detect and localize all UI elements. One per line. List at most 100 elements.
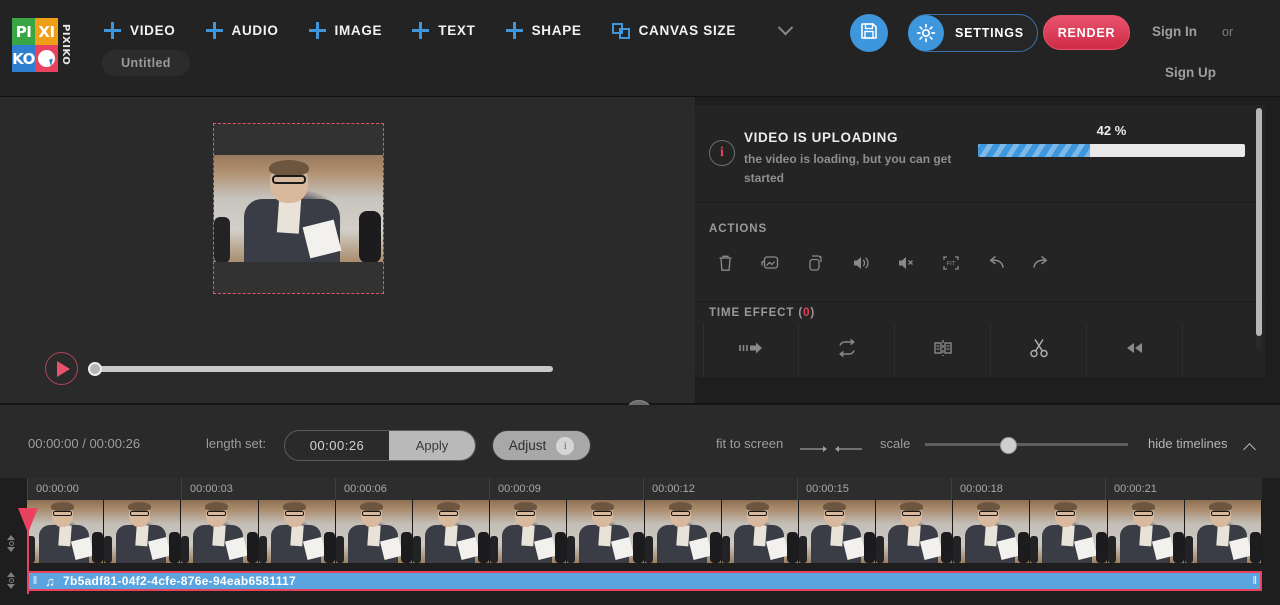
audio-track-grip-right[interactable]: ‖ <box>1252 575 1257 587</box>
timeline-area: 00:00:00 00:00:03 00:00:06 00:00:09 00:00:12… <box>0 478 1280 605</box>
undo-button[interactable] <box>973 246 1018 284</box>
fit-icon: FIT <box>941 254 961 277</box>
preview-decor <box>276 198 302 234</box>
video-track-reorder-handle[interactable] <box>7 535 15 552</box>
logo-grid: PI XI KO <box>12 18 58 72</box>
sign-up-link[interactable]: Sign Up <box>1165 65 1216 80</box>
settings-button[interactable]: SETTINGS <box>908 14 1038 52</box>
save-button[interactable] <box>850 14 888 52</box>
pixiko-logo[interactable]: PI XI KO PIXIKO <box>12 16 74 74</box>
render-button[interactable]: RENDER <box>1043 15 1130 50</box>
time-effect-title-text: TIME EFFECT ( <box>709 307 804 319</box>
cut-button[interactable] <box>991 323 1087 377</box>
menu-item-audio[interactable]: AUDIO <box>205 22 279 39</box>
canvas-frame[interactable] <box>213 123 384 294</box>
render-label: RENDER <box>1057 25 1116 40</box>
adjust-button[interactable]: Adjust i <box>492 430 591 461</box>
playhead-marker[interactable] <box>18 508 38 533</box>
menu-item-text[interactable]: TEXT <box>412 22 475 39</box>
logo-cell-xi: XI <box>35 18 58 45</box>
plus-icon <box>205 22 223 39</box>
undo-icon <box>986 255 1006 276</box>
upload-progress-bar <box>978 144 1245 157</box>
sign-in-link[interactable]: Sign In <box>1152 24 1197 39</box>
floppy-disk-icon <box>860 22 878 45</box>
timeline-ruler[interactable]: 00:00:00 00:00:03 00:00:06 00:00:09 00:00:12… <box>27 478 1262 500</box>
video-thumbnail[interactable] <box>104 500 182 563</box>
timecode-display: 00:00:00 / 00:00:26 <box>28 436 141 451</box>
panel-scrollbar-thumb[interactable] <box>1256 108 1262 336</box>
video-thumbnail[interactable] <box>567 500 645 563</box>
info-icon[interactable]: i <box>556 436 575 455</box>
mirror-button[interactable] <box>895 323 991 377</box>
video-thumbnail[interactable] <box>798 500 877 563</box>
preview-decor <box>214 217 230 262</box>
duplicate-button[interactable] <box>793 246 838 284</box>
volume-up-button[interactable] <box>838 246 883 284</box>
video-thumbnail[interactable] <box>335 500 413 563</box>
chevron-down-icon[interactable] <box>777 19 794 36</box>
menu-item-image[interactable]: IMAGE <box>308 22 383 39</box>
video-thumbnail[interactable] <box>490 500 568 563</box>
plus-icon <box>104 22 121 39</box>
video-track[interactable] <box>27 500 1262 563</box>
length-value-input[interactable]: 00:00:26 <box>285 438 389 453</box>
project-name-input[interactable]: Untitled <box>102 50 190 76</box>
seek-slider-handle[interactable] <box>88 362 102 376</box>
info-icon: i <box>709 140 735 166</box>
logo-cell-ko: KO <box>12 45 35 72</box>
cursor-icon <box>38 50 55 67</box>
menu-label-image: IMAGE <box>334 23 383 38</box>
video-thumbnail[interactable] <box>1107 500 1185 563</box>
video-thumbnail[interactable] <box>258 500 336 563</box>
video-thumbnail[interactable] <box>27 500 105 563</box>
mute-button[interactable] <box>883 246 928 284</box>
upload-progress-fill <box>978 144 1091 157</box>
speed-icon <box>738 339 764 362</box>
reverse-button[interactable] <box>1087 323 1183 377</box>
hide-timelines-button[interactable]: hide timelines <box>1148 436 1228 451</box>
panel-divider <box>695 301 1265 302</box>
scale-slider-handle[interactable] <box>1000 437 1018 454</box>
plus-icon <box>505 22 523 39</box>
fit-to-screen-button[interactable]: fit to screen <box>716 436 783 451</box>
video-preview[interactable] <box>214 155 383 262</box>
player-controls <box>0 338 695 398</box>
dot-icon <box>8 578 14 583</box>
video-thumbnail[interactable] <box>953 500 1031 563</box>
loop-button[interactable] <box>799 323 895 377</box>
audio-track[interactable]: ‖ ♫ 7b5adf81-04f2-4cfe-876e-94eab6581117… <box>27 571 1262 591</box>
upload-percent-label: 42 % <box>1096 123 1127 138</box>
video-thumbnail[interactable] <box>876 500 954 563</box>
video-thumbnail[interactable] <box>644 500 722 563</box>
background-button[interactable] <box>748 246 793 284</box>
chevron-up-icon[interactable] <box>1243 443 1256 456</box>
scale-slider[interactable] <box>925 443 1128 446</box>
ruler-tick: 00:00:15 <box>797 478 951 500</box>
audio-track-reorder-handle[interactable] <box>7 572 15 589</box>
menu-item-canvas-size[interactable]: CANVAS SIZE <box>611 22 736 39</box>
apply-button[interactable]: Apply <box>389 431 475 460</box>
delete-button[interactable] <box>703 246 748 284</box>
menu-item-shape[interactable]: SHAPE <box>505 22 582 39</box>
video-thumbnail[interactable] <box>1184 500 1262 563</box>
right-panel: i VIDEO IS UPLOADING the video is loadin… <box>695 105 1265 377</box>
audio-track-grip-left[interactable]: ‖ <box>29 575 41 587</box>
logo-cell-cursor <box>35 45 58 72</box>
video-thumbnail[interactable] <box>721 500 799 563</box>
logo-vertical-text: PIXIKO <box>60 24 71 66</box>
canvas-size-icon <box>611 22 630 39</box>
redo-button[interactable] <box>1018 246 1063 284</box>
video-thumbnail[interactable] <box>1030 500 1108 563</box>
scale-label: scale <box>880 436 911 451</box>
speed-button[interactable] <box>703 323 799 377</box>
video-thumbnail[interactable] <box>412 500 491 563</box>
fit-button[interactable]: FIT <box>928 246 973 284</box>
ruler-tick: 00:00:00 <box>27 478 181 500</box>
menu-item-video[interactable]: VIDEO <box>104 22 176 39</box>
seek-slider[interactable] <box>88 366 553 372</box>
play-button[interactable] <box>45 352 78 385</box>
fit-arrows-icon[interactable] <box>800 441 862 452</box>
menu-label-audio: AUDIO <box>231 23 279 38</box>
video-thumbnail[interactable] <box>181 500 259 563</box>
